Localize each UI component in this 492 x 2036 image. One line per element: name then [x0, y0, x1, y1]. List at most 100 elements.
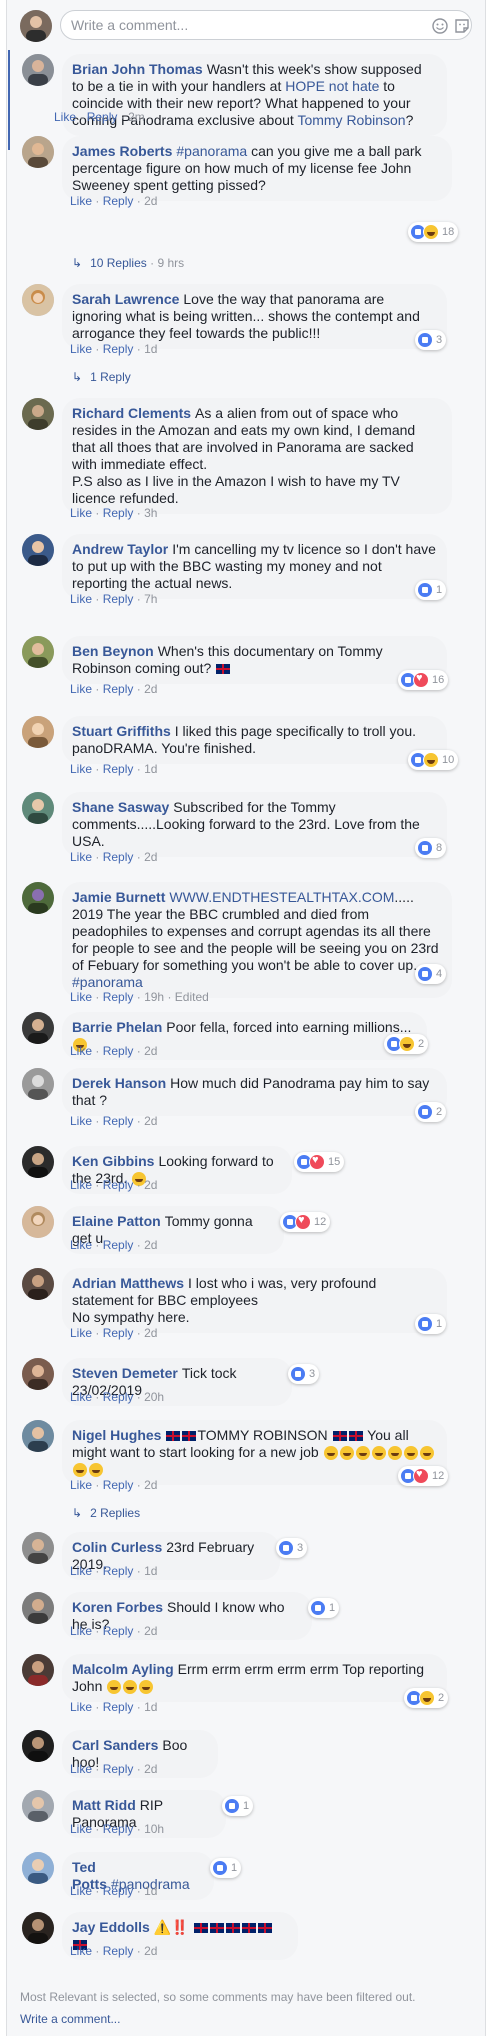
avatar[interactable]	[22, 284, 54, 316]
like-button[interactable]: Like	[70, 1044, 92, 1058]
reaction-summary[interactable]: 2	[384, 1034, 429, 1054]
reply-button[interactable]: Reply	[103, 1326, 134, 1340]
timestamp[interactable]: 2d	[144, 1762, 157, 1776]
like-button[interactable]: Like	[70, 1944, 92, 1958]
like-button[interactable]: Like	[70, 762, 92, 776]
like-button[interactable]: Like	[70, 1390, 92, 1404]
reply-button[interactable]: Reply	[103, 1114, 134, 1128]
timestamp[interactable]: 2d	[144, 682, 157, 696]
commenter-name[interactable]: Carl Sanders	[72, 1737, 158, 1753]
reaction-summary[interactable]: 12	[398, 1466, 449, 1486]
commenter-name[interactable]: Andrew Taylor	[72, 541, 168, 557]
commenter-name[interactable]: Elaine Patton	[72, 1213, 161, 1229]
timestamp[interactable]: 20h	[144, 1390, 164, 1404]
reply-button[interactable]: Reply	[103, 762, 134, 776]
avatar[interactable]	[22, 398, 54, 430]
like-button[interactable]: Like	[70, 682, 92, 696]
reply-button[interactable]: Reply	[103, 1700, 134, 1714]
like-button[interactable]: Like	[54, 110, 76, 124]
avatar[interactable]	[22, 716, 54, 748]
like-button[interactable]: Like	[70, 1822, 92, 1836]
commenter-name[interactable]: Richard Clements	[72, 405, 191, 421]
avatar[interactable]	[22, 882, 54, 914]
timestamp[interactable]: 2d	[144, 1326, 157, 1340]
like-button[interactable]: Like	[70, 990, 92, 1004]
reaction-summary[interactable]: 3	[415, 330, 447, 350]
reply-button[interactable]: Reply	[103, 990, 134, 1004]
timestamp[interactable]: 2m	[128, 110, 145, 124]
reaction-summary[interactable]: 2	[404, 1688, 449, 1708]
like-button[interactable]: Like	[70, 1326, 92, 1340]
timestamp[interactable]: 19h	[144, 990, 164, 1004]
reaction-summary[interactable]: 16	[398, 670, 449, 690]
timestamp[interactable]: 7h	[144, 592, 157, 606]
avatar[interactable]	[22, 534, 54, 566]
timestamp[interactable]: 2d	[144, 1238, 157, 1252]
like-button[interactable]: Like	[70, 1884, 92, 1898]
commenter-name[interactable]: Jay Eddolls	[72, 1919, 150, 1935]
reaction-summary[interactable]: 1	[308, 1598, 340, 1618]
reply-button[interactable]: Reply	[103, 1390, 134, 1404]
mention-link[interactable]: HOPE not hate	[285, 78, 379, 94]
timestamp[interactable]: 2d	[144, 1178, 157, 1192]
reply-button[interactable]: Reply	[103, 1624, 134, 1638]
reaction-summary[interactable]: 2	[415, 1102, 447, 1122]
timestamp[interactable]: 1d	[144, 342, 157, 356]
timestamp[interactable]: 2d	[144, 1478, 157, 1492]
like-button[interactable]: Like	[70, 1478, 92, 1492]
reply-button[interactable]: Reply	[103, 1564, 134, 1578]
like-button[interactable]: Like	[70, 1114, 92, 1128]
edited-label[interactable]: Edited	[175, 990, 209, 1004]
avatar[interactable]	[22, 1654, 54, 1686]
comment-input-box[interactable]	[60, 10, 472, 40]
commenter-name[interactable]: Koren Forbes	[72, 1599, 163, 1615]
timestamp[interactable]: 2d	[144, 1624, 157, 1638]
commenter-name[interactable]: Brian John Thomas	[72, 61, 203, 77]
commenter-name[interactable]: Sarah Lawrence	[72, 291, 179, 307]
avatar[interactable]	[22, 636, 54, 668]
avatar[interactable]	[22, 1012, 54, 1044]
reaction-summary[interactable]: 1	[222, 1796, 254, 1816]
reply-button[interactable]: Reply	[103, 1478, 134, 1492]
timestamp[interactable]: 3h	[144, 506, 157, 520]
write-comment-link[interactable]: Write a comment...	[20, 2012, 120, 2026]
commenter-name[interactable]: Colin Curless	[72, 1539, 162, 1555]
hashtag-link[interactable]: #panorama	[176, 143, 247, 159]
reply-button[interactable]: Reply	[103, 1884, 134, 1898]
sticker-icon[interactable]	[453, 17, 471, 35]
avatar[interactable]	[22, 1420, 54, 1452]
reply-button[interactable]: Reply	[103, 342, 134, 356]
avatar[interactable]	[22, 1592, 54, 1624]
reply-button[interactable]: Reply	[103, 682, 134, 696]
avatar[interactable]	[22, 1532, 54, 1564]
reply-button[interactable]: Reply	[103, 1238, 134, 1252]
view-replies-link[interactable]: ↳ 1 Reply	[72, 370, 131, 384]
timestamp[interactable]: 2d	[144, 1114, 157, 1128]
comment-input[interactable]	[71, 17, 411, 33]
commenter-name[interactable]: Matt Ridd	[72, 1797, 136, 1813]
reply-button[interactable]: Reply	[103, 1044, 134, 1058]
like-button[interactable]: Like	[70, 1762, 92, 1776]
commenter-name[interactable]: Shane Sasway	[72, 799, 169, 815]
reply-button[interactable]: Reply	[103, 1822, 134, 1836]
like-button[interactable]: Like	[70, 592, 92, 606]
mention-link[interactable]: Tommy Robinson	[297, 112, 405, 128]
reaction-summary[interactable]: 12	[280, 1212, 331, 1232]
timestamp[interactable]: 2d	[144, 850, 157, 864]
emoji-icon[interactable]	[431, 17, 449, 35]
reaction-summary[interactable]: 15	[294, 1152, 345, 1172]
avatar[interactable]	[22, 1146, 54, 1178]
like-button[interactable]: Like	[70, 850, 92, 864]
like-button[interactable]: Like	[70, 1624, 92, 1638]
reply-button[interactable]: Reply	[103, 1944, 134, 1958]
hashtag-link[interactable]: #panorama	[72, 974, 143, 990]
commenter-name[interactable]: Barrie Phelan	[72, 1019, 162, 1035]
reply-button[interactable]: Reply	[103, 1178, 134, 1192]
like-button[interactable]: Like	[70, 1178, 92, 1192]
website-link[interactable]: WWW.ENDTHESTEALTHTAX.COM	[169, 889, 394, 905]
timestamp[interactable]: 2d	[144, 1044, 157, 1058]
reply-button[interactable]: Reply	[103, 506, 134, 520]
view-replies-link[interactable]: ↳ 2 Replies	[72, 1506, 140, 1520]
like-button[interactable]: Like	[70, 506, 92, 520]
commenter-name[interactable]: Stuart Griffiths	[72, 723, 171, 739]
